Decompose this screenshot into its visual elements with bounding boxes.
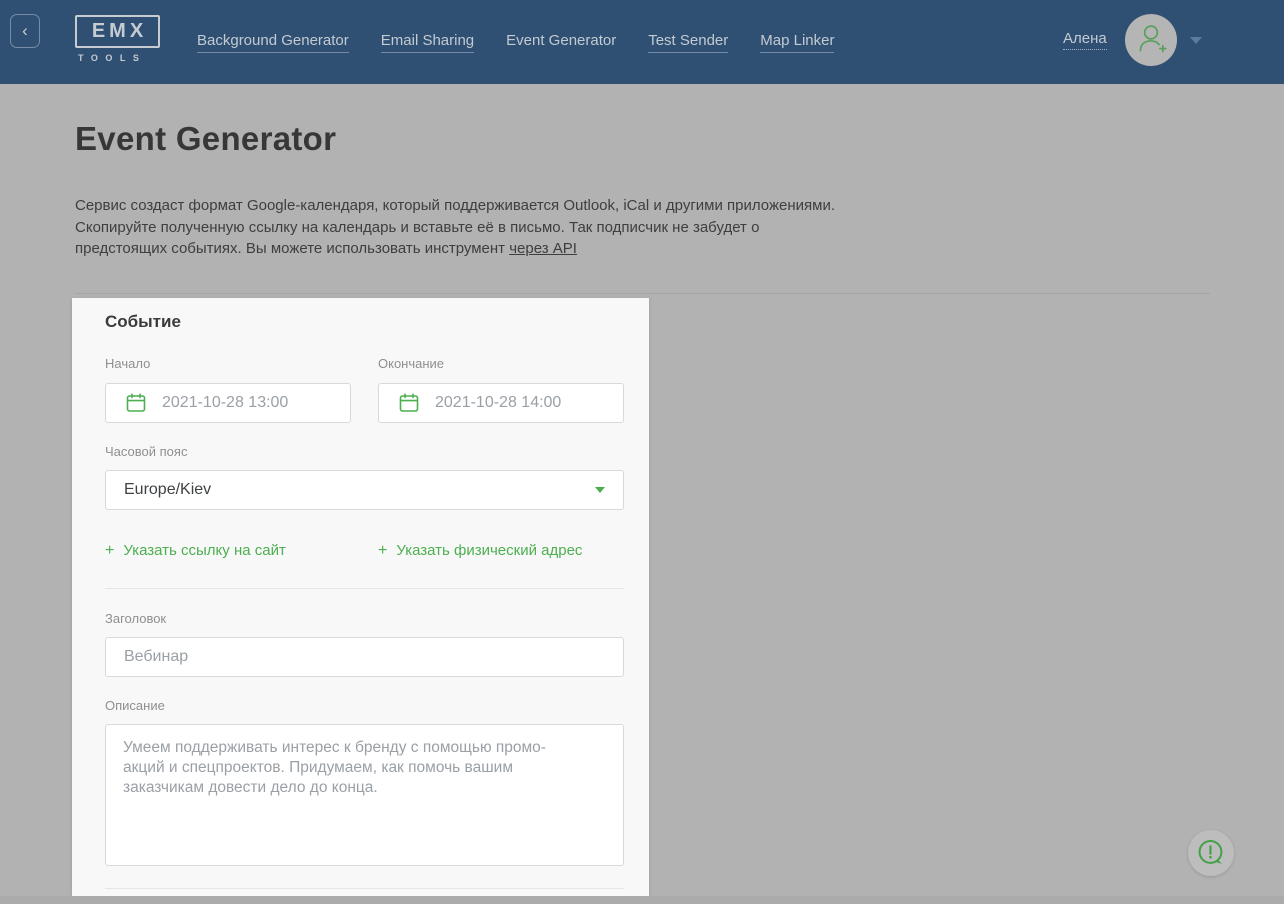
description-line-1: Сервис создаст формат Google-календаря, … bbox=[75, 197, 835, 214]
event-title-input[interactable] bbox=[124, 648, 605, 666]
page-description: Сервис создаст формат Google-календаря, … bbox=[75, 195, 835, 260]
avatar[interactable] bbox=[1125, 14, 1177, 66]
calendar-icon bbox=[397, 391, 421, 415]
add-site-link-button[interactable]: + Указать ссылку на сайт bbox=[105, 542, 286, 560]
api-link[interactable]: через API bbox=[509, 240, 577, 257]
description-line-2: Скопируйте полученную ссылку на календар… bbox=[75, 218, 760, 236]
form-section-title: Событие bbox=[105, 312, 181, 331]
main-nav: Background Generator Email Sharing Event… bbox=[197, 0, 835, 84]
plus-icon: + bbox=[378, 542, 388, 559]
form-divider bbox=[105, 588, 624, 589]
event-form-card: Событие Начало Окончание Часовой пояс Eu… bbox=[72, 298, 649, 896]
help-chat-button[interactable] bbox=[1188, 830, 1234, 876]
emx-tools-logo[interactable]: EMX TOOLS bbox=[75, 15, 160, 63]
nav-test-sender[interactable]: Test Sender bbox=[648, 32, 729, 53]
description-line-3: предстоящих событиях. Вы можете использо… bbox=[75, 240, 577, 257]
page-title: Event Generator bbox=[75, 120, 337, 157]
end-datetime-field[interactable] bbox=[378, 383, 624, 423]
bottom-edge-bar bbox=[0, 896, 1284, 904]
logo-title: EMX bbox=[91, 20, 148, 42]
top-navigation-bar: ‹ EMX TOOLS Background Generator Email S… bbox=[0, 0, 1284, 84]
chevron-left-icon: ‹ bbox=[22, 21, 28, 40]
logo-subtitle: TOOLS bbox=[78, 53, 147, 63]
back-button[interactable]: ‹ bbox=[10, 14, 40, 48]
event-title-field[interactable] bbox=[105, 637, 624, 677]
chat-exclamation-icon bbox=[1195, 837, 1227, 869]
timezone-label: Часовой пояс bbox=[105, 444, 188, 459]
event-description-label: Описание bbox=[105, 698, 165, 713]
add-address-button[interactable]: + Указать физический адрес bbox=[378, 542, 582, 560]
event-description-textarea[interactable]: Умеем поддерживать интерес к бренду с по… bbox=[105, 724, 624, 866]
timezone-select[interactable]: Europe/Kiev bbox=[105, 470, 624, 510]
start-label: Начало bbox=[105, 356, 151, 371]
start-datetime-input[interactable] bbox=[162, 394, 332, 412]
end-datetime-input[interactable] bbox=[435, 394, 605, 412]
user-name-link[interactable]: Алена bbox=[1063, 30, 1107, 50]
section-divider bbox=[75, 293, 1210, 294]
chevron-down-icon[interactable] bbox=[1190, 37, 1202, 44]
nav-event-generator[interactable]: Event Generator bbox=[506, 32, 616, 52]
start-datetime-field[interactable] bbox=[105, 383, 351, 423]
timezone-value: Europe/Kiev bbox=[124, 481, 212, 498]
event-title-label: Заголовок bbox=[105, 611, 167, 626]
user-plus-icon bbox=[1129, 16, 1173, 65]
chevron-down-icon bbox=[595, 487, 605, 493]
form-divider bbox=[105, 888, 624, 889]
calendar-icon bbox=[124, 391, 148, 415]
nav-email-sharing[interactable]: Email Sharing bbox=[380, 32, 475, 53]
end-label: Окончание bbox=[378, 356, 445, 371]
plus-icon: + bbox=[105, 542, 115, 559]
nav-map-linker[interactable]: Map Linker bbox=[760, 32, 835, 53]
nav-background-generator[interactable]: Background Generator bbox=[197, 32, 349, 53]
logo-box: EMX bbox=[75, 15, 160, 48]
